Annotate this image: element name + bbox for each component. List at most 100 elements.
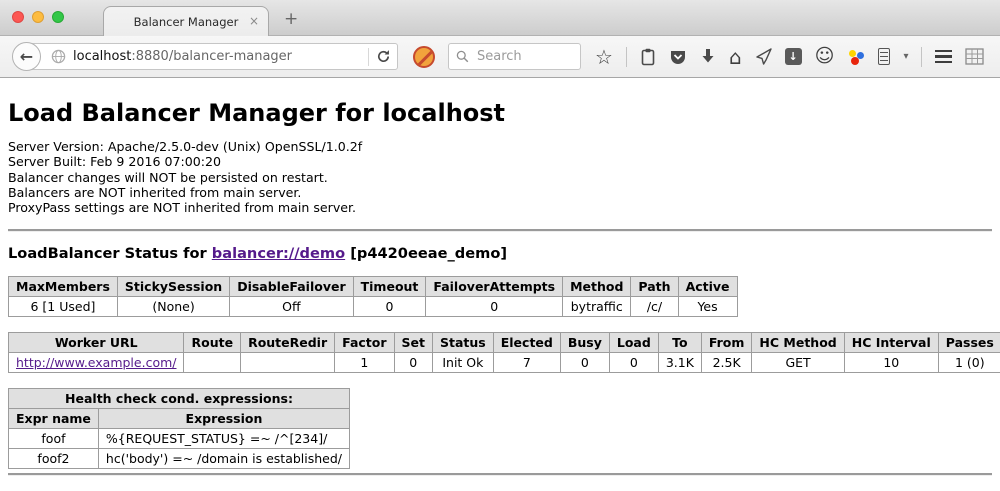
table-cell: GET: [752, 353, 844, 373]
back-arrow-icon: ←: [20, 49, 33, 65]
col-header: Factor: [335, 333, 394, 353]
table-header-row: Worker URL Route RouteRedir Factor Set S…: [9, 333, 1000, 353]
table-header-row: Expr name Expression: [9, 409, 350, 429]
table-cell: [241, 353, 335, 373]
col-header: Path: [631, 277, 678, 297]
col-header: Expression: [98, 409, 349, 429]
table-cell: 2.5K: [701, 353, 752, 373]
col-header: DisableFailover: [230, 277, 353, 297]
table-cell: 6 [1 Used]: [9, 297, 118, 317]
server-info-line: ProxyPass settings are NOT inherited fro…: [8, 200, 992, 215]
status-suffix: [p4420eeae_demo]: [345, 245, 507, 262]
worker-row: http://www.example.com/ 1 0 Init Ok 7 0 …: [9, 353, 1000, 373]
loadbalancer-status-heading: LoadBalancer Status for balancer://demo …: [8, 245, 992, 262]
table-cell: http://www.example.com/: [9, 353, 184, 373]
url-domain: localhost: [73, 49, 131, 64]
home-icon[interactable]: ⌂: [729, 47, 742, 67]
table-cell: [184, 353, 241, 373]
table-cell: 0: [426, 297, 563, 317]
col-header: Timeout: [353, 277, 426, 297]
table-cell: 0: [394, 353, 432, 373]
col-header: Active: [678, 277, 737, 297]
search-bar[interactable]: [448, 43, 581, 70]
col-header: Elected: [493, 333, 560, 353]
search-icon: [456, 50, 469, 63]
col-header: Busy: [560, 333, 609, 353]
tab-close-icon[interactable]: ×: [249, 15, 259, 27]
col-header: FailoverAttempts: [426, 277, 563, 297]
container-icon[interactable]: [878, 48, 890, 65]
bottom-divider: [8, 473, 992, 476]
table-cell: 0: [353, 297, 426, 317]
page-content: Load Balancer Manager for localhost Serv…: [0, 99, 1000, 476]
url-bar[interactable]: localhost:8880/balancer-manager: [26, 43, 398, 70]
table-cell: 10: [844, 353, 938, 373]
table-cell: Off: [230, 297, 353, 317]
health-check-table: Health check cond. expressions: Expr nam…: [8, 388, 350, 469]
tab-balancer-manager[interactable]: Balancer Manager ×: [103, 6, 269, 36]
image-blocker-icon[interactable]: [413, 46, 435, 68]
send-plane-icon[interactable]: [755, 48, 772, 65]
section-divider: [8, 229, 992, 232]
new-tab-button[interactable]: +: [284, 9, 298, 29]
table-header-row: MaxMembers StickySession DisableFailover…: [9, 277, 738, 297]
expr-name-cell: foof2: [9, 449, 99, 469]
server-info-line: Server Version: Apache/2.5.0-dev (Unix) …: [8, 139, 992, 154]
urlbar-divider: [368, 48, 369, 66]
col-header: HC Method: [752, 333, 844, 353]
col-header: Status: [433, 333, 494, 353]
bookmark-star-icon[interactable]: ☆: [595, 47, 613, 67]
col-header: To: [658, 333, 701, 353]
video-download-icon[interactable]: ↓: [785, 48, 802, 65]
download-icon[interactable]: [700, 48, 716, 65]
col-header: Route: [184, 333, 241, 353]
back-button[interactable]: ←: [12, 42, 41, 71]
chevron-down-icon[interactable]: ▾: [903, 51, 908, 62]
clipboard-icon[interactable]: [640, 48, 656, 66]
col-header: From: [701, 333, 752, 353]
minimize-window-button[interactable]: [32, 11, 44, 23]
table-row: 6 [1 Used] (None) Off 0 0 bytraffic /c/ …: [9, 297, 738, 317]
status-prefix: LoadBalancer Status for: [8, 245, 212, 262]
col-header: MaxMembers: [9, 277, 118, 297]
worker-table: Worker URL Route RouteRedir Factor Set S…: [8, 332, 1000, 373]
worker-url-link[interactable]: http://www.example.com/: [16, 355, 176, 370]
col-header: HC Interval: [844, 333, 938, 353]
table-cell: bytraffic: [563, 297, 631, 317]
reload-icon[interactable]: [376, 49, 391, 64]
globe-icon[interactable]: [51, 49, 66, 64]
table-cell: 7: [493, 353, 560, 373]
table-cell: Yes: [678, 297, 737, 317]
zoom-window-button[interactable]: [52, 11, 64, 23]
url-text[interactable]: localhost:8880/balancer-manager: [73, 49, 292, 64]
table-row: foof2 hc('body') =~ /domain is establish…: [9, 449, 350, 469]
tab-title: Balancer Manager: [134, 15, 239, 29]
health-table-title: Health check cond. expressions:: [9, 389, 350, 409]
toolbar-divider: [626, 47, 627, 67]
table-row: foof %{REQUEST_STATUS} =~ /^[234]/: [9, 429, 350, 449]
pocket-icon[interactable]: [669, 48, 687, 66]
col-header: StickySession: [117, 277, 229, 297]
table-cell: 1: [335, 353, 394, 373]
toolbar-divider: [921, 47, 922, 67]
chat-smiley-icon[interactable]: ☺: [815, 47, 835, 66]
col-header: Method: [563, 277, 631, 297]
table-cell: (None): [117, 297, 229, 317]
server-info: Server Version: Apache/2.5.0-dev (Unix) …: [8, 139, 992, 215]
expression-cell: hc('body') =~ /domain is established/: [98, 449, 349, 469]
col-header: Expr name: [9, 409, 99, 429]
url-path: :8880/balancer-manager: [131, 49, 292, 64]
balancer-demo-link[interactable]: balancer://demo: [212, 245, 345, 262]
table-cell: 3.1K: [658, 353, 701, 373]
col-header: Passes: [938, 333, 1000, 353]
close-window-button[interactable]: [12, 11, 24, 23]
server-info-line: Server Built: Feb 9 2016 07:00:20: [8, 154, 992, 169]
search-input[interactable]: [475, 48, 565, 65]
toolbar-icons: ☆ ⌂ ↓ ☺ ▾: [595, 47, 984, 67]
table-cell: /c/: [631, 297, 678, 317]
expr-name-cell: foof: [9, 429, 99, 449]
colored-dots-extension-icon[interactable]: [847, 48, 865, 66]
page-grid-icon[interactable]: [965, 48, 984, 65]
expression-cell: %{REQUEST_STATUS} =~ /^[234]/: [98, 429, 349, 449]
menu-hamburger-icon[interactable]: [935, 50, 952, 64]
